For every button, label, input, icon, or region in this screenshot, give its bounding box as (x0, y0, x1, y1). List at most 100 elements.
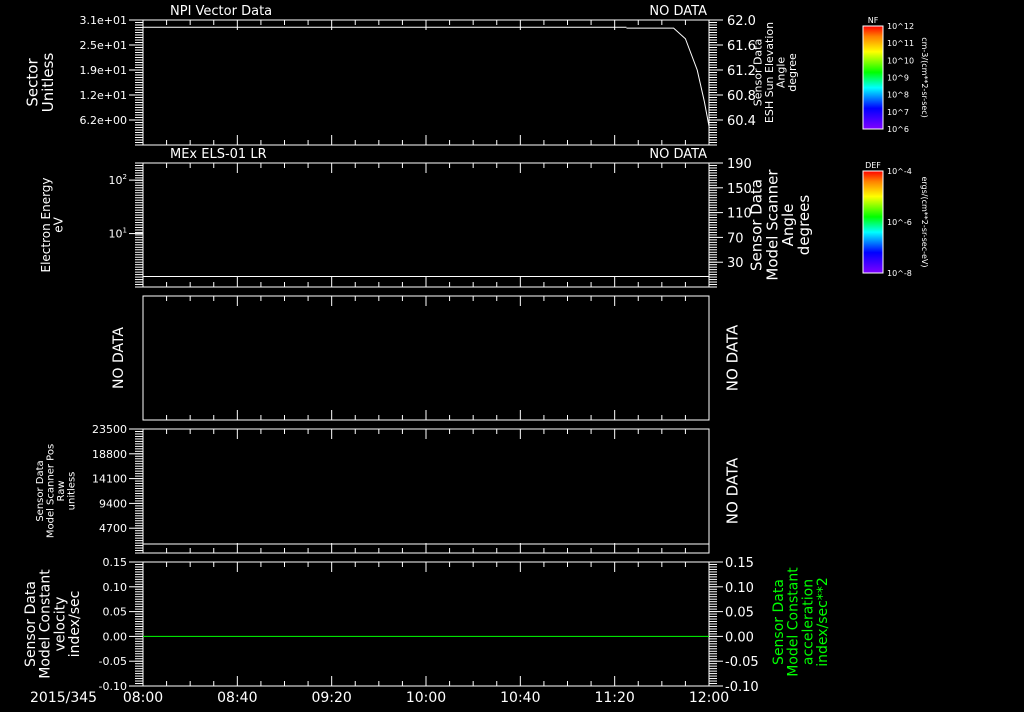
y2-tick-label: 62.0 (727, 14, 756, 29)
panel-3: NO DATA NO DATA (111, 295, 741, 421)
colorbar-tick-label: 10^-4 (887, 167, 912, 176)
colorbar-tick-label: 10^9 (887, 74, 909, 83)
svg-text:Model Constant: Model Constant (38, 569, 54, 679)
colorbar-title: DEF (865, 161, 881, 170)
svg-text:NO DATA: NO DATA (723, 457, 741, 524)
colorbar-nf: NF 10^12 10^11 10^10 10^9 10^8 10^7 10^6 cm-3/(c… (862, 16, 929, 134)
y-tick-label: 0.10 (103, 581, 128, 594)
svg-text:Sensor Data: Sensor Data (23, 581, 39, 667)
svg-text:eV: eV (52, 216, 66, 232)
y2-axis-label: Sensor DataModel ScannerAngledegrees (748, 169, 813, 281)
panel-4: 23500 18800 14100 9400 4700 Sensor Data Model … (35, 423, 741, 554)
y-tick-label: 1.9e+01 (80, 64, 127, 77)
panels: NPI Vector Data NO DATA 3.1e+01 2.5e+01 1.9e… (23, 4, 831, 695)
y-axis-label: Sensor DataModel Constantvelocityindex/s… (23, 569, 83, 679)
panel-frame (142, 162, 710, 288)
svg-text:degrees: degrees (795, 195, 813, 256)
panel-2: MEx ELS-01 LR NO DATA1021011901501107030E… (39, 147, 813, 288)
svg-text:index/sec: index/sec (67, 591, 83, 658)
panel-frame (142, 428, 710, 554)
colorbar-tick-label: 10^8 (887, 91, 909, 100)
y2-tick-label: 30 (727, 256, 744, 271)
colorbar-gradient (862, 25, 884, 130)
y-tick-label: 23500 (92, 423, 127, 436)
y2-tick-label: -0.10 (725, 680, 759, 695)
svg-text:cm-3/(cm**2-sr-sec): cm-3/(cm**2-sr-sec) (920, 37, 929, 118)
y2-tick-label: 190 (727, 157, 752, 172)
y-axis-label: Sensor Data Model Scanner Pos Raw unitless (35, 444, 78, 538)
svg-text:unitless: unitless (66, 472, 77, 511)
colorbars: NF 10^12 10^11 10^10 10^9 10^8 10^7 10^6 cm-3/(c… (862, 16, 929, 278)
svg-text:Sensor Data: Sensor Data (35, 460, 46, 521)
x-tick-label: 12:00 (689, 690, 729, 706)
y-tick-label: 18800 (92, 448, 127, 461)
y-tick-label: 14100 (92, 473, 127, 486)
y2-axis-label: Sensor DataESH Sun ElevationAngledegree (752, 22, 800, 123)
y-axis-label: SectorUnitless (23, 53, 57, 113)
panel-frame (142, 295, 710, 421)
y2-tick-label: 60.4 (727, 114, 756, 129)
y-tick-label: 3.1e+01 (80, 14, 127, 27)
svg-text:index/sec**2: index/sec**2 (815, 577, 831, 667)
svg-text:Sensor Data: Sensor Data (771, 579, 787, 665)
y2-tick-label: 0.10 (725, 581, 754, 596)
svg-text:acceleration: acceleration (800, 579, 816, 665)
panel-frame (142, 19, 710, 146)
svg-text:Model Constant: Model Constant (786, 567, 802, 677)
y2-axis-label: NO DATA (723, 457, 741, 524)
y-tick-label: 102 (109, 173, 127, 187)
colorbar-def: DEF 10^-4 10^-6 10^-8 ergs/(cm**2-sr-sec-eV) (862, 161, 929, 278)
svg-text:NO DATA: NO DATA (723, 324, 741, 391)
panel-1: NPI Vector Data NO DATA 3.1e+01 2.5e+01 1.9e… (23, 4, 800, 146)
panel-title: MEx ELS-01 LR (170, 147, 267, 162)
svg-text:Unitless: Unitless (39, 53, 57, 113)
svg-text:Raw: Raw (56, 480, 67, 501)
colorbar-gradient (862, 170, 884, 274)
colorbar-tick-label: 10^6 (887, 125, 909, 134)
colorbar-unit-label: cm-3/(cm**2-sr-sec) (920, 37, 929, 118)
y-tick-label: 2.5e+01 (80, 39, 127, 52)
y-tick-label: 0.05 (103, 606, 128, 619)
no-data-label: NO DATA (649, 147, 707, 162)
y-tick-label: 0.00 (103, 630, 128, 643)
colorbar-tick-label: 10^10 (887, 56, 914, 65)
y-axis-label: NO DATA (111, 327, 127, 389)
y-tick-label: 101 (109, 227, 127, 241)
panel-5: 0.15 0.10 0.05 0.00 -0.05 -0.10 0.15 0.10 0.05 0.… (23, 556, 831, 695)
y-tick-label: 9400 (99, 497, 127, 510)
y2-axis-label: NO DATA (723, 324, 741, 391)
y-axis-label: Electron EnergyeV (39, 177, 66, 272)
y2-tick-label: -0.05 (725, 655, 759, 670)
colorbar-tick-label: 10^7 (887, 108, 909, 117)
svg-text:velocity: velocity (52, 597, 68, 652)
y2-tick-label: 0.15 (725, 556, 754, 571)
colorbar-tick-label: 10^-6 (887, 218, 912, 227)
y-tick-label: 6.2e+00 (80, 114, 127, 127)
x-tick-label: 08:00 (123, 690, 163, 706)
svg-text:degree: degree (786, 53, 799, 92)
colorbar-tick-label: 10^12 (887, 22, 914, 31)
x-tick-label: 10:40 (500, 690, 540, 706)
y2-tick-label: 0.05 (725, 606, 754, 621)
y-tick-label: 4700 (99, 522, 127, 535)
x-tick-label: 08:40 (217, 690, 257, 706)
y-tick-label: 1.2e+01 (80, 89, 127, 102)
panel-frame (142, 561, 710, 687)
svg-text:ergs/(cm**2-sr-sec-eV): ergs/(cm**2-sr-sec-eV) (920, 176, 929, 267)
svg-text:NO DATA: NO DATA (111, 327, 127, 389)
x-tick-label: 11:20 (594, 690, 634, 706)
x-tick-label: 10:00 (406, 690, 446, 706)
x-axis: 08:00 08:40 09:20 10:00 10:40 11:20 12:00 2015/… (30, 690, 729, 706)
colorbar-title: NF (868, 16, 879, 25)
y-tick-label: 0.15 (103, 556, 128, 569)
y2-tick-label: 0.00 (725, 630, 754, 645)
svg-text:Model Scanner Pos: Model Scanner Pos (45, 444, 56, 538)
y-tick-label: -0.05 (99, 655, 127, 668)
colorbar-unit-label: ergs/(cm**2-sr-sec-eV) (920, 176, 929, 267)
x-tick-label: 09:20 (311, 690, 351, 706)
colorbar-tick-label: 10^11 (887, 39, 914, 48)
colorbar-tick-label: 10^-8 (887, 269, 912, 278)
series-line-2 (626, 27, 710, 127)
no-data-label: NO DATA (649, 4, 707, 19)
date-label: 2015/345 (30, 690, 97, 706)
